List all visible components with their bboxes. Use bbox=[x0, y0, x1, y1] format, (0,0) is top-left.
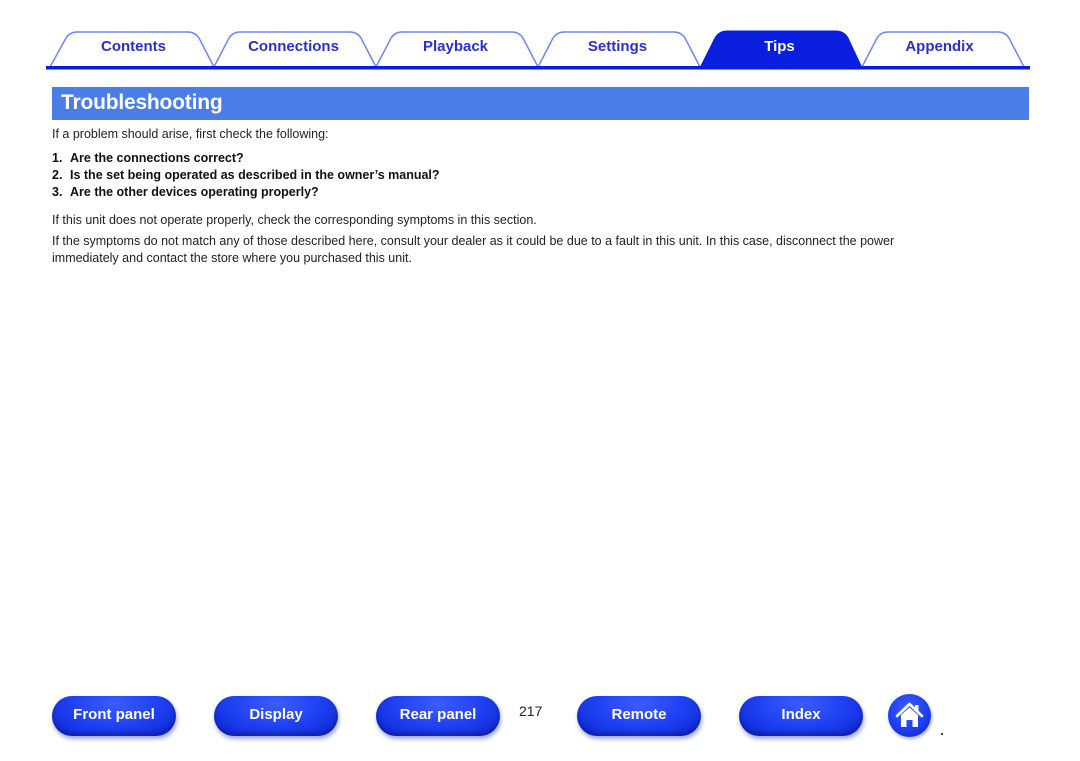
checklist-text: Is the set being operated as described i… bbox=[70, 168, 440, 182]
checklist-item: 2. Is the set being operated as described… bbox=[52, 167, 440, 184]
rear-panel-button[interactable]: Rear panel bbox=[376, 696, 500, 736]
page-number: 217 bbox=[519, 703, 543, 719]
home-icon bbox=[895, 702, 924, 727]
tab-contents[interactable]: Contents bbox=[66, 37, 201, 57]
tab-tips[interactable]: Tips bbox=[712, 37, 847, 57]
section-title-bar: Troubleshooting bbox=[52, 87, 1029, 120]
tab-connections[interactable]: Connections bbox=[226, 37, 361, 57]
tab-settings[interactable]: Settings bbox=[550, 37, 685, 57]
checklist-number: 2. bbox=[52, 168, 63, 182]
front-panel-button[interactable]: Front panel bbox=[52, 696, 176, 736]
checklist-text: Are the connections correct? bbox=[70, 151, 244, 165]
index-button[interactable]: Index bbox=[739, 696, 863, 736]
checklist-item: 3. Are the other devices operating proper… bbox=[52, 184, 319, 201]
paragraph-check-symptoms: If this unit does not operate properly, … bbox=[52, 213, 537, 227]
tab-bar: Contents Connections Playback Settings T… bbox=[46, 30, 1030, 70]
tab-appendix[interactable]: Appendix bbox=[872, 37, 1007, 57]
checklist-text: Are the other devices operating properly… bbox=[70, 185, 319, 199]
intro-text: If a problem should arise, first check t… bbox=[52, 127, 329, 141]
decorative-dot bbox=[941, 733, 943, 735]
checklist-item: 1. Are the connections correct? bbox=[52, 150, 244, 167]
tab-underline bbox=[46, 66, 1030, 70]
remote-button[interactable]: Remote bbox=[577, 696, 701, 736]
tab-playback[interactable]: Playback bbox=[388, 37, 523, 57]
home-button[interactable] bbox=[888, 694, 931, 737]
checklist-number: 1. bbox=[52, 151, 63, 165]
paragraph-consult-dealer-line2: immediately and contact the store where … bbox=[52, 251, 412, 265]
checklist-number: 3. bbox=[52, 185, 63, 199]
display-button[interactable]: Display bbox=[214, 696, 338, 736]
paragraph-consult-dealer-line1: If the symptoms do not match any of thos… bbox=[52, 234, 895, 248]
page-title: Troubleshooting bbox=[61, 91, 223, 114]
